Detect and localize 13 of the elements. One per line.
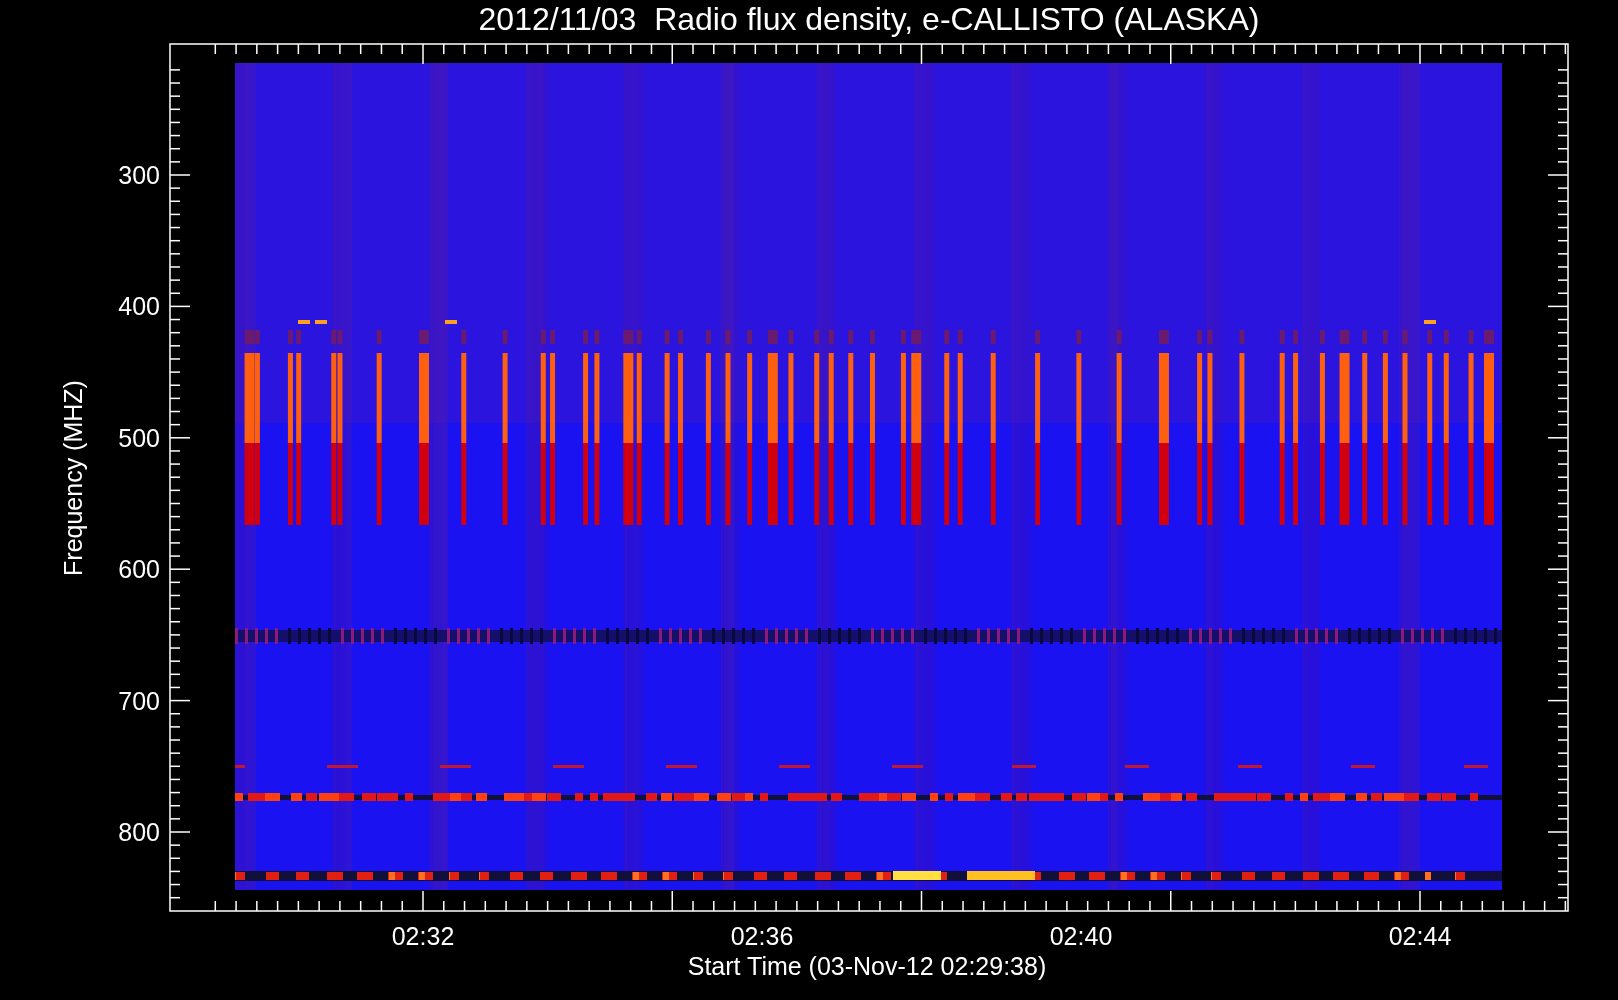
y-tick-label: 800 bbox=[118, 818, 160, 846]
chart-title: 2012/11/03 Radio flux density, e-CALLISTO (ALASKA) bbox=[478, 1, 1260, 37]
x-axis-label: Start Time (03-Nov-12 02:29:38) bbox=[687, 952, 1047, 980]
x-tick-label: 02:40 bbox=[1049, 922, 1113, 950]
y-tick-label: 400 bbox=[118, 292, 160, 321]
y-tick-label: 600 bbox=[118, 555, 160, 584]
x-tick-label: 02:32 bbox=[391, 922, 455, 950]
x-tick-label: 02:44 bbox=[1388, 922, 1452, 950]
y-tick-label: 500 bbox=[118, 423, 160, 452]
y-tick-label: 300 bbox=[118, 161, 160, 189]
y-axis-label: Frequency (MHZ) bbox=[59, 380, 87, 576]
y-tick-label: 700 bbox=[118, 686, 160, 715]
x-tick-label: 02:36 bbox=[730, 922, 794, 950]
